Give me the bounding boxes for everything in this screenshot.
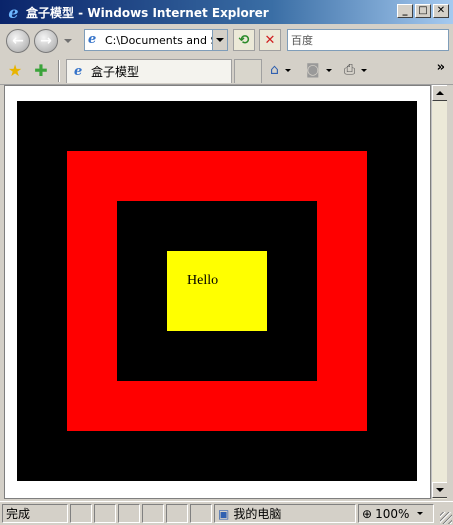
printer-icon: ⎙ bbox=[344, 62, 356, 78]
search-input[interactable]: 百度 bbox=[287, 29, 449, 51]
tab-label: 盒子模型 bbox=[91, 65, 140, 79]
scroll-up-button[interactable] bbox=[432, 85, 448, 101]
title-bar: e 盒子模型 - Windows Internet Explorer _ □ ✕ bbox=[0, 0, 453, 24]
chevron-down-icon bbox=[417, 512, 424, 515]
computer-icon: ▣ bbox=[218, 506, 230, 521]
navigation-bar: ← → e C:\Documents and Settings ⟲ ✕ 百度 bbox=[0, 24, 453, 56]
page-icon: e bbox=[88, 32, 97, 47]
window-title: 盒子模型 - Windows Internet Explorer bbox=[26, 5, 269, 20]
arrow-up-icon bbox=[436, 91, 444, 95]
refresh-button[interactable]: ⟲ bbox=[233, 29, 255, 51]
favorites-star-icon[interactable]: ★ bbox=[6, 61, 24, 80]
yellow-content-box: Hello bbox=[167, 251, 267, 331]
zoom-control[interactable]: ⊕ 100% bbox=[358, 504, 434, 523]
forward-arrow-icon: → bbox=[40, 33, 52, 49]
resize-grip[interactable] bbox=[440, 512, 452, 524]
stop-icon: ✕ bbox=[264, 32, 276, 48]
window-controls: _ □ ✕ bbox=[397, 4, 449, 18]
stop-button[interactable]: ✕ bbox=[259, 29, 281, 51]
rss-feed-icon: ◙ bbox=[306, 62, 320, 78]
status-cell bbox=[70, 504, 92, 523]
status-text: 完成 bbox=[2, 504, 68, 523]
close-button[interactable]: ✕ bbox=[433, 4, 449, 18]
back-button[interactable]: ← bbox=[6, 29, 30, 53]
address-dropdown-button[interactable] bbox=[212, 30, 227, 50]
home-icon: ⌂ bbox=[270, 62, 279, 78]
hello-text: Hello bbox=[187, 273, 219, 288]
chevron-down-icon bbox=[216, 38, 224, 42]
new-tab-button[interactable] bbox=[234, 59, 262, 83]
print-button[interactable]: ⎙ bbox=[344, 61, 368, 79]
page-viewport: Hello bbox=[4, 85, 431, 499]
toolbar-separator bbox=[58, 60, 60, 82]
status-cell bbox=[94, 504, 116, 523]
zone-label: 我的电脑 bbox=[233, 507, 282, 521]
arrow-down-icon bbox=[436, 488, 444, 492]
status-cell bbox=[142, 504, 164, 523]
status-cell bbox=[166, 504, 188, 523]
status-cell bbox=[190, 504, 212, 523]
address-bar[interactable]: e C:\Documents and Settings bbox=[84, 29, 228, 51]
home-button[interactable]: ⌂ bbox=[270, 61, 291, 79]
feeds-button[interactable]: ◙ bbox=[306, 61, 332, 79]
recent-pages-dropdown[interactable] bbox=[64, 39, 72, 43]
more-tools-chevron[interactable]: » bbox=[437, 60, 445, 75]
scroll-down-button[interactable] bbox=[432, 482, 448, 498]
minimize-button[interactable]: _ bbox=[397, 4, 413, 18]
tab-bar: ★ ✚ e 盒子模型 ⌂ ◙ ⎙ » bbox=[0, 56, 453, 85]
status-bar: 完成 ▣ 我的电脑 ⊕ 100% bbox=[0, 501, 453, 525]
address-input[interactable]: C:\Documents and Settings bbox=[105, 34, 212, 47]
window-border bbox=[447, 85, 453, 499]
back-arrow-icon: ← bbox=[12, 33, 24, 49]
zoom-level: 100% bbox=[375, 506, 410, 521]
forward-button[interactable]: → bbox=[34, 29, 58, 53]
vertical-scrollbar[interactable] bbox=[431, 85, 448, 499]
ie-logo-icon: e bbox=[8, 2, 19, 22]
page-icon: e bbox=[74, 63, 83, 79]
add-favorite-icon[interactable]: ✚ bbox=[32, 61, 50, 80]
maximize-button[interactable]: □ bbox=[415, 4, 431, 18]
status-cell bbox=[118, 504, 140, 523]
tab-active[interactable]: e 盒子模型 bbox=[66, 59, 232, 83]
security-zone[interactable]: ▣ 我的电脑 bbox=[214, 504, 356, 523]
refresh-icon: ⟲ bbox=[238, 32, 250, 48]
zoom-icon: ⊕ bbox=[362, 506, 373, 521]
